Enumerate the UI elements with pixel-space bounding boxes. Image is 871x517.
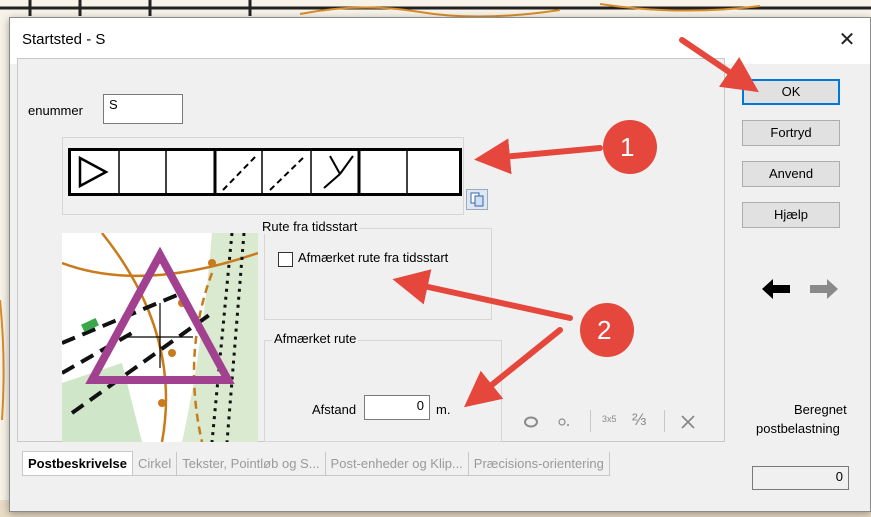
marked-route-group-label: Afmærket rute xyxy=(272,331,359,346)
marked-route-from-start-label: Afmærket rute fra tidsstart xyxy=(298,250,449,265)
help-button[interactable]: Hjælp xyxy=(742,202,840,228)
ellipse-icon[interactable] xyxy=(523,416,539,428)
route-from-start-group-label: Rute fra tidsstart xyxy=(260,219,360,234)
distance-label: Afstand xyxy=(312,402,357,417)
copy-icon[interactable] xyxy=(466,189,488,210)
load-label-line2: postbelastning xyxy=(756,421,840,436)
distance-value: 0 xyxy=(416,398,424,413)
dialog-title: Startsted - S xyxy=(22,31,106,48)
load-label-line1: Beregnet xyxy=(794,402,847,417)
annotation-badge-1: 1 xyxy=(620,132,635,162)
close-icon[interactable]: ✕ xyxy=(824,18,870,64)
toolbar-separator xyxy=(664,410,665,432)
control-number-value: S xyxy=(109,97,118,112)
cancel-button[interactable]: Fortryd xyxy=(742,120,840,146)
previous-arrow-icon[interactable] xyxy=(760,276,792,302)
tab-control-units[interactable]: Post-enheder og Klip... xyxy=(326,452,469,475)
ok-button[interactable]: OK xyxy=(742,79,840,105)
fraction-icon[interactable]: ⅔ xyxy=(632,410,646,430)
small-circle-icon[interactable] xyxy=(556,416,572,428)
distance-input[interactable]: 0 xyxy=(364,395,430,420)
size-3x5-icon[interactable]: 3x5 xyxy=(602,414,617,424)
distance-unit: m. xyxy=(436,402,451,417)
tab-texts-score[interactable]: Tekster, Pointløb og S... xyxy=(177,452,326,475)
marked-route-group xyxy=(264,340,502,442)
next-arrow-icon[interactable] xyxy=(808,276,840,302)
load-value-field: 0 xyxy=(752,466,849,490)
apply-button[interactable]: Anvend xyxy=(742,161,840,187)
tab-control-description[interactable]: Postbeskrivelse xyxy=(22,451,134,475)
marked-route-from-start-checkbox[interactable] xyxy=(278,252,293,267)
control-number-label: enummer xyxy=(28,103,83,118)
toolbar-separator xyxy=(590,410,591,432)
route-from-start-group xyxy=(264,228,492,320)
load-value: 0 xyxy=(835,469,843,484)
map-preview xyxy=(62,233,258,442)
tab-bar: Postbeskrivelse Cirkel Tekster, Pointløb o… xyxy=(22,451,610,476)
delete-cross-icon[interactable] xyxy=(680,414,696,430)
tab-circle[interactable]: Cirkel xyxy=(133,452,178,475)
annotation-badge-2: 2 xyxy=(597,315,612,345)
control-description-grid[interactable] xyxy=(68,148,462,196)
control-number-input[interactable]: S xyxy=(103,94,183,124)
tab-precision-orienteering[interactable]: Præcisions-orientering xyxy=(469,452,610,475)
